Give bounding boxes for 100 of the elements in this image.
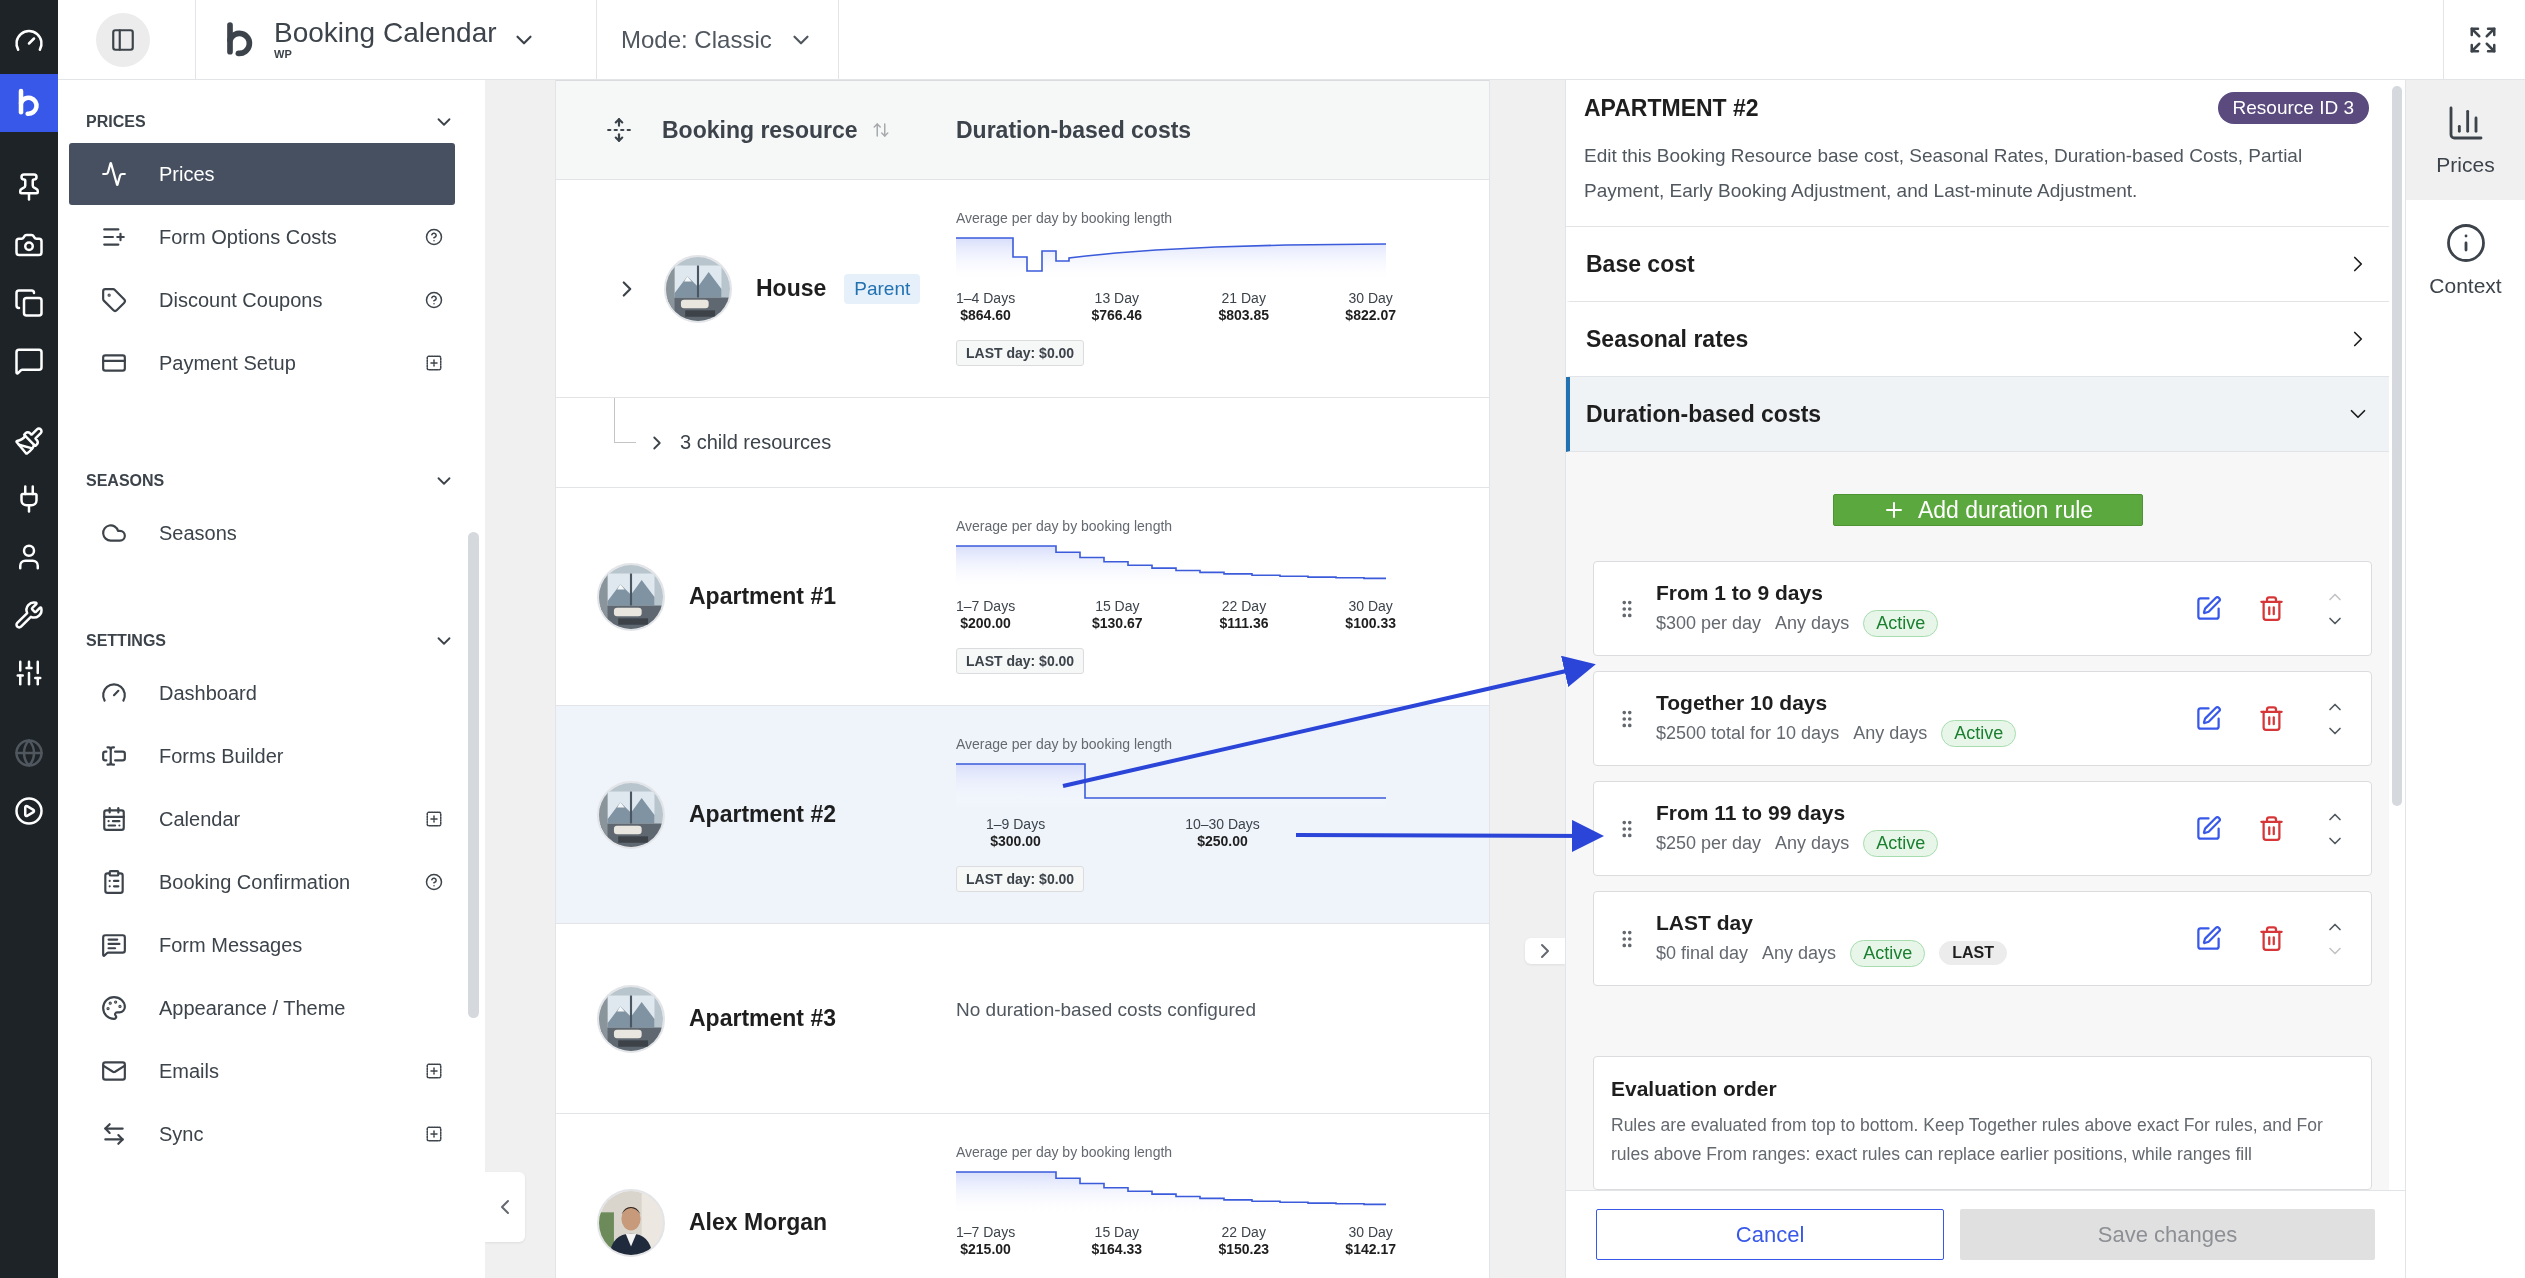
edit-icon	[2195, 815, 2222, 842]
price-value: $111.36	[1219, 614, 1269, 632]
panel-icon	[110, 26, 136, 53]
delete-button[interactable]	[2258, 815, 2285, 842]
price-value: $250.00	[1197, 832, 1248, 850]
length-label: 15 Day	[1094, 1224, 1139, 1241]
rule-detail: $2500 total for 10 days	[1656, 722, 1840, 744]
scrollbar[interactable]	[468, 532, 479, 1018]
chart-title: Average per day by booking length	[956, 210, 1174, 226]
edit-button[interactable]	[2195, 595, 2222, 622]
resource-name: Alex Morgan	[689, 1209, 828, 1236]
sidebar-item[interactable]: Form Options Costs	[69, 206, 455, 268]
wrench-icon	[14, 600, 44, 630]
comment-icon	[14, 346, 44, 376]
section-title: SETTINGS	[86, 632, 166, 650]
info-icon	[2444, 222, 2487, 264]
trash-icon	[2258, 705, 2285, 732]
price-value: $164.33	[1091, 1240, 1143, 1258]
length-label: 1–7 Days	[956, 1224, 1016, 1241]
status-tag: Active	[1863, 609, 1939, 637]
length-label: 13 Day	[1094, 290, 1139, 307]
delete-button[interactable]	[2258, 705, 2285, 732]
section-header[interactable]: SETTINGS	[69, 621, 455, 661]
section-title: SEASONS	[86, 472, 165, 490]
mail-icon	[101, 1058, 127, 1084]
edit-button[interactable]	[2195, 925, 2222, 952]
sidebar-item[interactable]: Payment Setup	[69, 332, 455, 394]
rule-detail: $300 per day	[1656, 612, 1762, 634]
app-switcher[interactable]: Booking Calendar WP	[220, 19, 537, 60]
side-tab[interactable]: Prices	[2406, 80, 2525, 200]
column-header[interactable]: Booking resource	[662, 116, 858, 144]
rule-title: LAST day	[1656, 910, 1754, 935]
add-icon	[425, 354, 443, 372]
rule-title: From 1 to 9 days	[1656, 580, 1824, 605]
sidebar-item[interactable]: Discount Coupons	[69, 269, 455, 331]
status-tag: Active	[1850, 939, 1926, 967]
add-icon	[425, 1125, 443, 1143]
section-title: PRICES	[86, 113, 146, 131]
price-value: $766.46	[1091, 306, 1143, 324]
price-value: $200.00	[960, 614, 1011, 632]
rule-detail: $0 final day	[1656, 942, 1749, 964]
parent-tag: Parent	[844, 273, 921, 304]
accordion-header[interactable]: Duration-based costs	[1566, 377, 2389, 452]
unfold-icon	[606, 117, 632, 143]
checklist-icon	[101, 869, 127, 895]
add-icon	[425, 1062, 443, 1080]
length-label: 1–9 Days	[986, 816, 1046, 833]
scrollbar[interactable]	[2392, 86, 2402, 806]
sidebar-item[interactable]: Forms Builder	[69, 725, 455, 787]
rule-detail: Any days	[1775, 832, 1850, 854]
text-cursor-icon	[101, 743, 127, 769]
globe-icon	[14, 738, 44, 768]
delete-button[interactable]	[2258, 595, 2285, 622]
info-text: Rules are evaluated from top to bottom. Keep Together rules above exact For rules, and For rules above From ranges: exact rules can replace earlier positions, while ranges fill	[1611, 1114, 2324, 1166]
play-icon	[14, 796, 44, 826]
column-header: Duration-based costs	[956, 116, 1192, 144]
last-day-tag: LAST day: $0.00	[956, 647, 1085, 674]
mode-dropdown[interactable]: Mode: Classic	[621, 25, 814, 54]
sidebar-item[interactable]: Emails	[69, 1040, 455, 1102]
pages-icon	[14, 288, 44, 318]
child-resources-toggle[interactable]: 3 child resources	[646, 431, 832, 454]
sidebar-item[interactable]: Prices	[69, 143, 455, 205]
help-icon	[425, 291, 443, 309]
edit-button[interactable]	[2195, 815, 2222, 842]
tag-icon	[101, 287, 127, 313]
length-label: 21 Day	[1221, 290, 1266, 307]
length-label: 22 Day	[1221, 598, 1267, 615]
expand-panel-button[interactable]	[1525, 938, 1565, 964]
calendar-icon	[101, 806, 127, 832]
price-value: $803.85	[1218, 306, 1270, 324]
resource-row[interactable]: Apartment #2 Average per day by booking length 1–9 Days $300.00 10–30 Days $250.00 LAST day: $0.00	[556, 706, 1489, 924]
panel-description: Edit this Booking Resource base cost, Seasonal Rates, Duration-based Costs, Partial Payment, Early Booking Adjustment, and Last-minute Adjustment.	[1584, 144, 2304, 203]
resource-id-badge: Resource ID 3	[2217, 92, 2369, 124]
sidebar-item[interactable]: Calendar	[69, 788, 455, 850]
info-title: Evaluation order	[1611, 1077, 1778, 1101]
sidebar-item[interactable]: Appearance / Theme	[69, 977, 455, 1039]
price-value: $130.67	[1092, 614, 1143, 632]
sidebar-item[interactable]: Sync	[69, 1103, 455, 1165]
section-header[interactable]: PRICES	[69, 102, 455, 142]
sliders-icon	[14, 658, 44, 688]
chart-line-icon	[101, 161, 127, 187]
sidebar-item[interactable]: Booking Confirmation	[69, 851, 455, 913]
chart-title: Average per day by booking length	[956, 736, 1174, 752]
edit-button[interactable]	[2195, 705, 2222, 732]
expand-all-button[interactable]	[606, 117, 632, 143]
fullscreen-button[interactable]	[2468, 24, 2498, 55]
edit-icon	[2195, 925, 2222, 952]
rule-detail: Any days	[1853, 722, 1928, 744]
sidebar-item[interactable]: Seasons	[69, 502, 455, 564]
cancel-button[interactable]: Cancel	[1596, 1209, 1945, 1260]
price-value: $150.23	[1218, 1240, 1270, 1258]
chart-title: Average per day by booking length	[956, 518, 1174, 534]
empty-message: No duration-based costs configured	[956, 998, 1257, 1021]
expand-icon	[2468, 24, 2498, 55]
sort-icon	[871, 121, 890, 139]
length-label: 15 Day	[1095, 598, 1140, 615]
delete-button[interactable]	[2258, 925, 2285, 952]
sidebar-item[interactable]: Dashboard	[69, 662, 455, 724]
section-header[interactable]: SEASONS	[69, 461, 455, 501]
sidebar-item[interactable]: Form Messages	[69, 914, 455, 976]
